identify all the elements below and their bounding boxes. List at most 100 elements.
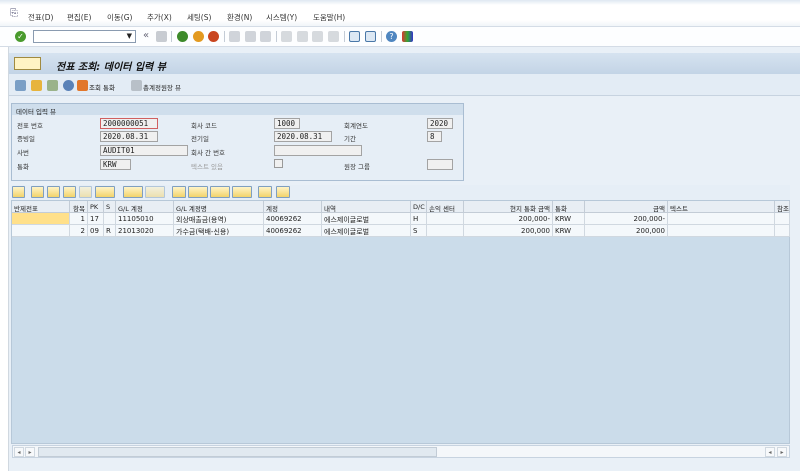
display-change-icon[interactable] [15,80,26,91]
first-page-icon[interactable] [281,31,292,42]
column-header-posting-key[interactable]: PK [88,201,104,213]
scroll-thumb[interactable] [38,447,437,457]
cell-clearing-doc[interactable] [12,213,70,225]
text-exists-checkbox[interactable] [274,159,283,168]
intercompany-number-field[interactable] [274,145,362,156]
cell-profit-center[interactable] [427,225,464,237]
scroll-left-icon[interactable]: ◂ [14,447,24,457]
cell-clearing-doc[interactable] [12,225,70,237]
menu-system[interactable]: 시스템(Y) [266,12,297,23]
cell-debit-credit[interactable]: S [411,225,427,237]
cell-currency[interactable]: KRW [553,213,585,225]
ledger-view-button[interactable]: 총계정원장 뷰 [143,82,181,92]
cell-amount[interactable]: 200,000 [585,225,668,237]
ledger-group-field[interactable] [427,159,453,170]
fiscal-year-field[interactable]: 2020 [427,118,453,129]
cell-special-gl[interactable] [104,213,116,225]
cell-account[interactable]: 40069262 [264,225,322,237]
cell-posting-key[interactable]: 17 [88,213,104,225]
layout-icon[interactable] [402,31,413,42]
column-header-profit-center[interactable]: 손익 센터 [427,201,464,213]
column-header-clearing-doc[interactable]: 반제전표 [12,201,70,213]
menu-settings[interactable]: 세팅(S) [187,12,211,23]
cell-gl-account-name[interactable]: 가수금(택배-신용) [174,225,264,237]
cell-local-amount[interactable]: 200,000 [464,225,553,237]
find-icon[interactable] [245,31,256,42]
layout-icon[interactable] [232,186,252,198]
column-header-special-gl[interactable]: S [104,201,116,213]
back-icon[interactable] [177,31,188,42]
currency-icon[interactable] [77,80,88,91]
ledger-icon[interactable] [131,80,142,91]
find-next-icon[interactable] [260,31,271,42]
last-page-icon[interactable] [328,31,339,42]
column-header-text[interactable]: 텍스트 [668,201,775,213]
column-header-local-amount[interactable]: 현지 통화 금액 [464,201,553,213]
document-number-field[interactable]: 2000000051 [100,118,158,129]
column-header-gl-account[interactable]: G/L 계정 [116,201,174,213]
user-field[interactable]: AUDIT01 [100,145,188,156]
column-header-currency[interactable]: 통화 [553,201,585,213]
cell-amount[interactable]: 200,000- [585,213,668,225]
find-icon[interactable] [63,186,76,198]
posting-date-field[interactable]: 2020.08.31 [274,131,332,142]
details-icon[interactable] [12,186,25,198]
cell-gl-account-name[interactable]: 외상매출금(용역) [174,213,264,225]
display-currency-button[interactable]: 조회 통화 [89,82,115,92]
cell-reference[interactable] [775,225,790,237]
collapse-icon[interactable]: « [143,30,149,41]
print-icon[interactable] [229,31,240,42]
period-field[interactable]: 8 [427,131,442,142]
next-page-icon[interactable] [312,31,323,42]
taxes-icon[interactable] [63,80,74,91]
views-icon[interactable] [188,186,208,198]
help-icon[interactable]: ? [386,31,397,42]
horizontal-scrollbar[interactable]: ◂ ▸ ◂ ▸ [12,445,790,458]
scroll-right-icon-2[interactable]: ▸ [777,447,787,457]
cell-debit-credit[interactable]: H [411,213,427,225]
cell-reference[interactable] [775,213,790,225]
company-code-field[interactable]: 1000 [274,118,300,129]
cell-text[interactable] [668,213,775,225]
sort-descending-icon[interactable] [47,186,60,198]
save-icon[interactable] [156,31,167,42]
cell-description[interactable]: 에스제이글로벌 [322,225,411,237]
column-header-account[interactable]: 계정 [264,201,322,213]
info-icon[interactable] [276,186,290,198]
scroll-right-icon[interactable]: ▸ [25,447,35,457]
exit-icon[interactable] [193,31,204,42]
cell-item[interactable]: 2 [70,225,88,237]
command-field[interactable]: ▼ [33,30,136,43]
cell-account[interactable]: 40069262 [264,213,322,225]
cell-item[interactable]: 1 [70,213,88,225]
menu-extras[interactable]: 추가(X) [147,12,172,23]
cancel-icon[interactable] [208,31,219,42]
menu-button-icon[interactable] [14,57,41,70]
cell-gl-account[interactable]: 21013020 [116,225,174,237]
sort-ascending-icon[interactable] [31,186,44,198]
cell-local-amount[interactable]: 200,000- [464,213,553,225]
column-header-item[interactable]: 항목 [70,201,88,213]
menu-help[interactable]: 도움말(H) [313,12,345,23]
menu-edit[interactable]: 편집(E) [67,12,91,23]
export-icon[interactable] [210,186,230,198]
find-next-icon[interactable] [79,186,92,198]
cell-special-gl[interactable]: R [104,225,116,237]
subtotal-icon[interactable] [145,186,165,198]
new-session-icon[interactable] [349,31,360,42]
dropdown-icon[interactable]: ▼ [127,32,132,40]
cell-posting-key[interactable]: 09 [88,225,104,237]
column-header-amount[interactable]: 금액 [585,201,668,213]
enter-icon[interactable]: ✓ [15,31,26,42]
menu-goto[interactable]: 이동(G) [107,12,132,23]
column-header-debit-credit[interactable]: D/C [411,201,427,213]
cell-currency[interactable]: KRW [553,225,585,237]
other-document-icon[interactable] [31,80,42,91]
graphic-icon[interactable] [258,186,272,198]
cell-description[interactable]: 에스제이글로벌 [322,213,411,225]
document-date-field[interactable]: 2020.08.31 [100,131,158,142]
column-header-reference[interactable]: 참조 [775,201,790,213]
print-preview-icon[interactable] [172,186,186,198]
shortcut-icon[interactable] [365,31,376,42]
filter-icon[interactable] [95,186,115,198]
